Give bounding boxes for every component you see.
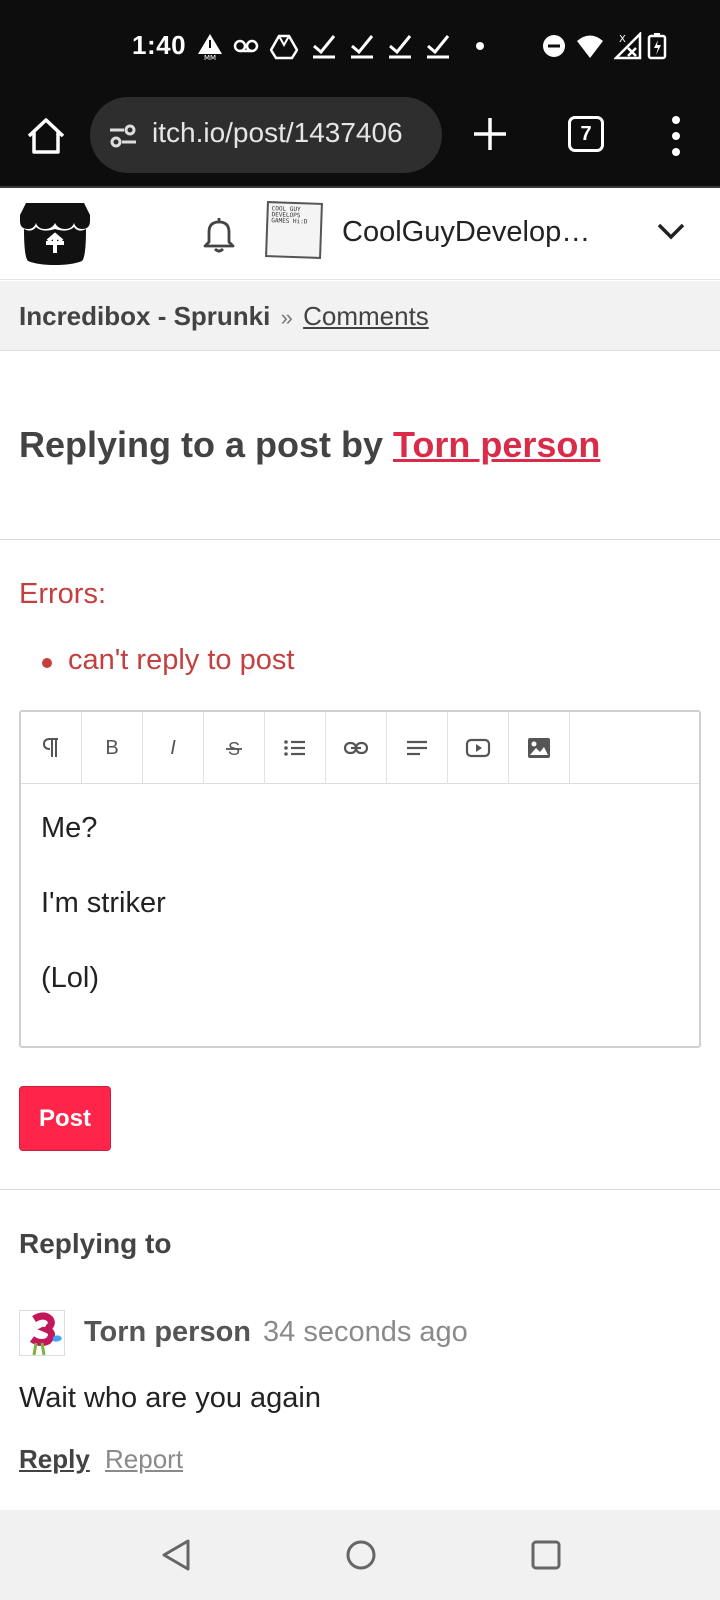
comment-author[interactable]: Torn person: [84, 1316, 251, 1349]
align-icon[interactable]: [387, 712, 448, 784]
recents-icon[interactable]: [527, 1536, 565, 1574]
list-icon[interactable]: [265, 712, 326, 784]
check-icon: [313, 35, 336, 59]
drive-icon: [270, 34, 298, 60]
italic-label: I: [170, 736, 176, 759]
alert-mm-icon: MM: [198, 34, 222, 60]
more-vert-icon[interactable]: [666, 114, 686, 158]
reply-editor[interactable]: B I S Me? I'm striker (Lol): [19, 710, 701, 1048]
avatar-image: [29, 1312, 62, 1355]
breadcrumb-separator: »: [280, 305, 293, 330]
bold-icon[interactable]: B: [82, 712, 143, 784]
site-header: COOL GUY DEVELOPS GAMES Hi:D CoolGuyDeve…: [0, 188, 720, 280]
tabs-icon[interactable]: 7: [568, 116, 604, 152]
system-nav-bar: [0, 1510, 720, 1600]
image-icon[interactable]: [509, 712, 570, 784]
comment-avatar[interactable]: [19, 1310, 65, 1356]
svg-text:X: X: [619, 34, 626, 45]
breadcrumb-game-link[interactable]: Incredibox - Sprunki: [19, 301, 270, 331]
errors-title: Errors:: [19, 578, 106, 610]
no-signal-icon: X: [614, 32, 642, 60]
chevron-down-icon[interactable]: [656, 216, 686, 246]
replying-to-title: Replying to: [19, 1228, 172, 1259]
editor-body[interactable]: Me? I'm striker (Lol): [41, 812, 681, 1037]
check-icon: [389, 35, 412, 59]
editor-toolbar: B I S: [21, 712, 699, 784]
editor-line: (Lol): [41, 962, 100, 994]
itchio-logo-icon[interactable]: [18, 199, 92, 267]
status-bar: 1:40 MM X: [0, 0, 720, 92]
wifi-icon: [577, 35, 603, 58]
italic-icon[interactable]: I: [143, 712, 204, 784]
comment-body: Wait who are you again: [19, 1382, 321, 1414]
url-text: itch.io/post/1437406: [152, 117, 403, 148]
voicemail-icon: [233, 39, 259, 53]
battery-charging-icon: [647, 33, 667, 60]
breadcrumb-comments-link[interactable]: Comments: [303, 301, 429, 331]
error-item: can't reply to post: [41, 644, 295, 676]
home-nav-icon[interactable]: [342, 1536, 380, 1574]
reply-link[interactable]: Reply: [19, 1444, 90, 1475]
paragraph-icon[interactable]: [21, 712, 82, 784]
bold-label: B: [105, 736, 119, 759]
username[interactable]: CoolGuyDevelopsGames: [342, 216, 604, 249]
check-icon: [351, 35, 374, 59]
dot-icon: [476, 42, 484, 50]
title-author-link[interactable]: Torn person: [393, 424, 600, 465]
editor-line: Me?: [41, 812, 98, 844]
home-icon[interactable]: [24, 114, 68, 158]
editor-line: I'm striker: [41, 887, 166, 919]
video-icon[interactable]: [448, 712, 509, 784]
link-icon[interactable]: [326, 712, 387, 784]
user-avatar[interactable]: COOL GUY DEVELOPS GAMES Hi:D: [265, 201, 323, 259]
title-prefix: Replying to a post by: [19, 424, 394, 465]
plus-icon[interactable]: [470, 114, 510, 154]
breadcrumb: Incredibox - Sprunki » Comments: [0, 281, 720, 351]
url-bar[interactable]: itch.io/post/1437406: [90, 97, 442, 173]
browser-toolbar: itch.io/post/1437406 7: [0, 92, 720, 188]
divider: [0, 539, 720, 540]
page-title: Replying to a post by Torn person: [19, 424, 600, 466]
dnd-icon: [543, 35, 565, 57]
divider: [0, 1189, 720, 1190]
comment-time: 34 seconds ago: [263, 1316, 468, 1348]
post-button[interactable]: Post: [19, 1086, 111, 1151]
check-icon: [427, 35, 450, 59]
status-time: 1:40: [132, 30, 187, 60]
bell-icon[interactable]: [200, 214, 238, 254]
strikethrough-icon[interactable]: S: [204, 712, 265, 784]
avatar-text: COOL GUY DEVELOPS GAMES Hi:D: [271, 205, 308, 226]
back-icon[interactable]: [158, 1536, 196, 1574]
svg-text:MM: MM: [204, 54, 216, 60]
tune-icon[interactable]: [108, 121, 138, 151]
report-link[interactable]: Report: [105, 1444, 183, 1475]
